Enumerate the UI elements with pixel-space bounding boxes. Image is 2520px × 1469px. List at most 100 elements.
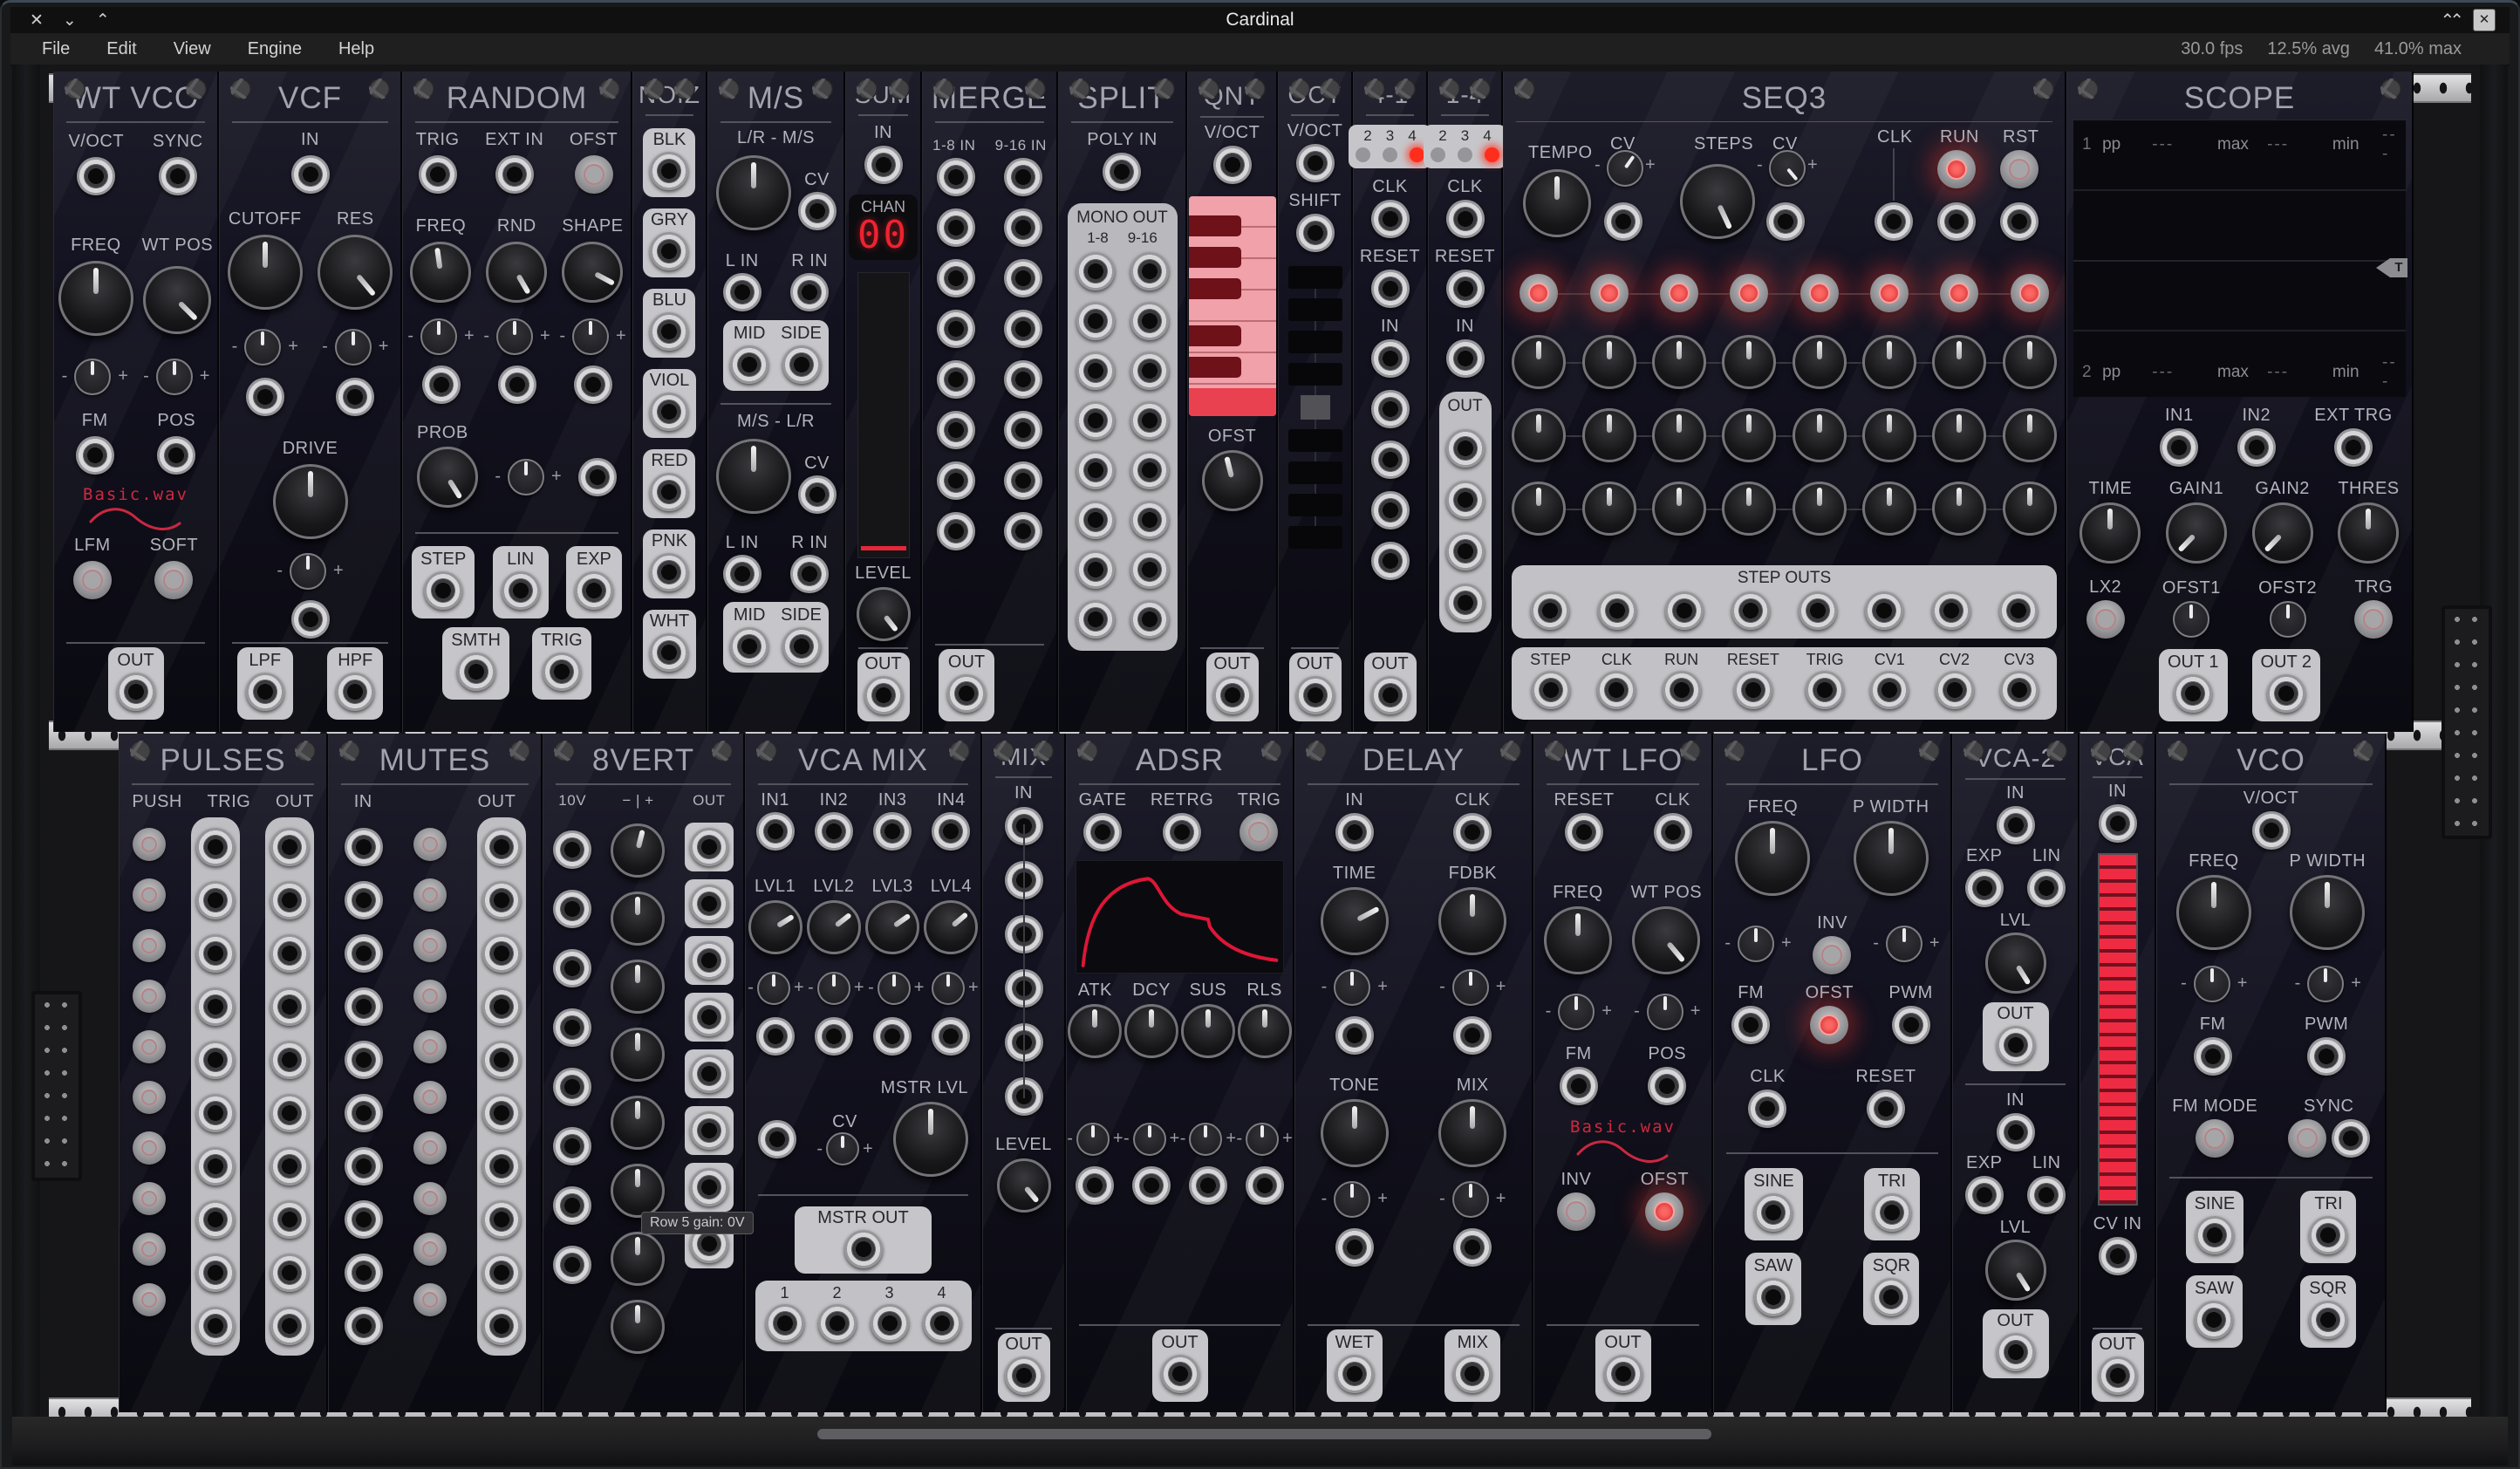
split-out-jack[interactable] [1130, 451, 1169, 489]
out-jack[interactable] [270, 1147, 309, 1185]
res-knob[interactable] [318, 235, 393, 310]
step-button[interactable] [1800, 274, 1839, 312]
in-jack[interactable] [553, 949, 591, 987]
push-button[interactable] [133, 1081, 166, 1114]
out-jack[interactable] [482, 1254, 521, 1292]
blk-out-jack[interactable] [650, 152, 688, 190]
fdbk-trim[interactable] [1452, 969, 1489, 1006]
merge-in-jack[interactable] [937, 310, 975, 348]
gain2-knob[interactable] [2252, 502, 2313, 564]
seq-knob[interactable] [1932, 408, 1986, 462]
in2-jack[interactable] [2237, 428, 2276, 467]
seq-knob[interactable] [1932, 335, 1986, 389]
cutoff-knob[interactable] [228, 235, 303, 310]
atk-cv-jack[interactable] [1076, 1166, 1114, 1205]
reset-jack[interactable] [1565, 813, 1603, 851]
clk-jack[interactable] [1654, 813, 1692, 851]
split-out-jack[interactable] [1130, 600, 1169, 639]
seq-knob[interactable] [1793, 335, 1847, 389]
ch2-out-jack[interactable] [818, 1304, 857, 1343]
r-in-jack[interactable] [790, 273, 829, 311]
tone-trim[interactable] [1334, 1181, 1370, 1218]
pos-jack[interactable] [157, 436, 195, 475]
cv2-out-jack[interactable] [1936, 671, 1974, 709]
merge-in-jack[interactable] [937, 411, 975, 449]
step-out-jack[interactable] [1799, 591, 1837, 630]
prob-cv-jack[interactable] [578, 458, 617, 496]
step-out-jack[interactable] [1531, 591, 1569, 630]
octave-selected[interactable] [1301, 395, 1330, 420]
seq-knob[interactable] [1582, 408, 1636, 462]
dcy-cv-jack[interactable] [1132, 1166, 1171, 1205]
voct-jack[interactable] [2252, 811, 2291, 850]
lvl2-knob[interactable] [1985, 1240, 2046, 1301]
out-jack[interactable] [690, 998, 728, 1036]
cv3-out-jack[interactable] [2000, 671, 2039, 709]
fm-jack[interactable] [2194, 1037, 2232, 1076]
cv4-trim[interactable] [932, 972, 965, 1005]
in2-jack[interactable] [1997, 1113, 2035, 1151]
side-out2-jack[interactable] [782, 627, 821, 666]
rls-knob[interactable] [1238, 1004, 1292, 1058]
drive-cv-jack[interactable] [291, 600, 330, 639]
clk-out-jack[interactable] [1597, 671, 1636, 709]
lr-ms-knob[interactable] [716, 155, 791, 230]
reset-jack[interactable] [1867, 1090, 1905, 1128]
mute-button[interactable] [413, 1283, 447, 1316]
rls-trim[interactable] [1246, 1123, 1279, 1156]
soft-button[interactable] [154, 561, 193, 599]
rls-cv-jack[interactable] [1246, 1166, 1284, 1205]
mstr-out-jack[interactable] [844, 1230, 883, 1268]
out-jack[interactable] [482, 934, 521, 973]
split-out-jack[interactable] [1076, 451, 1115, 489]
push-button[interactable] [133, 980, 166, 1013]
wht-out-jack[interactable] [650, 633, 688, 672]
step-out-jack[interactable] [1731, 591, 1770, 630]
trig-jack[interactable] [196, 1200, 235, 1239]
seq-knob[interactable] [1582, 335, 1636, 389]
out-jack[interactable] [690, 828, 728, 866]
mix-trim[interactable] [1452, 1181, 1489, 1218]
trig-out-jack[interactable] [1806, 671, 1844, 709]
in-jack[interactable] [345, 881, 383, 919]
clk-jack[interactable] [1446, 200, 1485, 238]
split-out-jack[interactable] [1130, 550, 1169, 589]
pwm-jack[interactable] [1892, 1006, 1930, 1044]
wtpos-knob[interactable] [143, 266, 211, 334]
lin-jack[interactable] [2027, 869, 2066, 907]
in-jack[interactable] [553, 890, 591, 928]
cv3-jack[interactable] [873, 1017, 912, 1056]
split-out-jack[interactable] [1130, 401, 1169, 440]
seq-knob[interactable] [1722, 408, 1776, 462]
in-jack[interactable] [1997, 806, 2035, 844]
out-jack[interactable] [690, 941, 728, 980]
out-jack[interactable] [270, 987, 309, 1026]
push-button[interactable] [133, 929, 166, 962]
in1-jack[interactable] [2160, 428, 2198, 467]
ext-in-jack[interactable] [495, 155, 534, 194]
out-jack[interactable] [482, 987, 521, 1026]
out-jack[interactable] [1161, 1355, 1199, 1393]
prob-knob[interactable] [417, 447, 478, 508]
mstr-cv-trim[interactable] [826, 1132, 859, 1165]
wavetable-name[interactable]: Basic.wav [83, 485, 188, 504]
trig-button[interactable] [1240, 813, 1278, 851]
lvl4-knob[interactable] [924, 900, 978, 954]
res-cv-jack[interactable] [336, 378, 374, 416]
in-jack[interactable] [1005, 969, 1043, 1008]
prob-trim-knob[interactable] [508, 459, 544, 495]
merge-in-jack[interactable] [1004, 158, 1042, 196]
out-jack[interactable] [482, 1147, 521, 1185]
fm-trim[interactable] [2194, 966, 2230, 1002]
pwidth-knob[interactable] [2290, 875, 2365, 950]
seq-knob[interactable] [2003, 335, 2057, 389]
out-jack[interactable] [1005, 1356, 1043, 1395]
in-jack[interactable] [345, 934, 383, 973]
steps-cv-trim[interactable] [1769, 150, 1806, 187]
mute-button[interactable] [413, 929, 447, 962]
ms-lr-knob[interactable] [716, 439, 791, 514]
in-jack[interactable] [345, 1200, 383, 1239]
fm-jack[interactable] [76, 436, 114, 475]
poly-out-jack[interactable] [947, 674, 986, 713]
in-jack[interactable] [553, 1246, 591, 1284]
